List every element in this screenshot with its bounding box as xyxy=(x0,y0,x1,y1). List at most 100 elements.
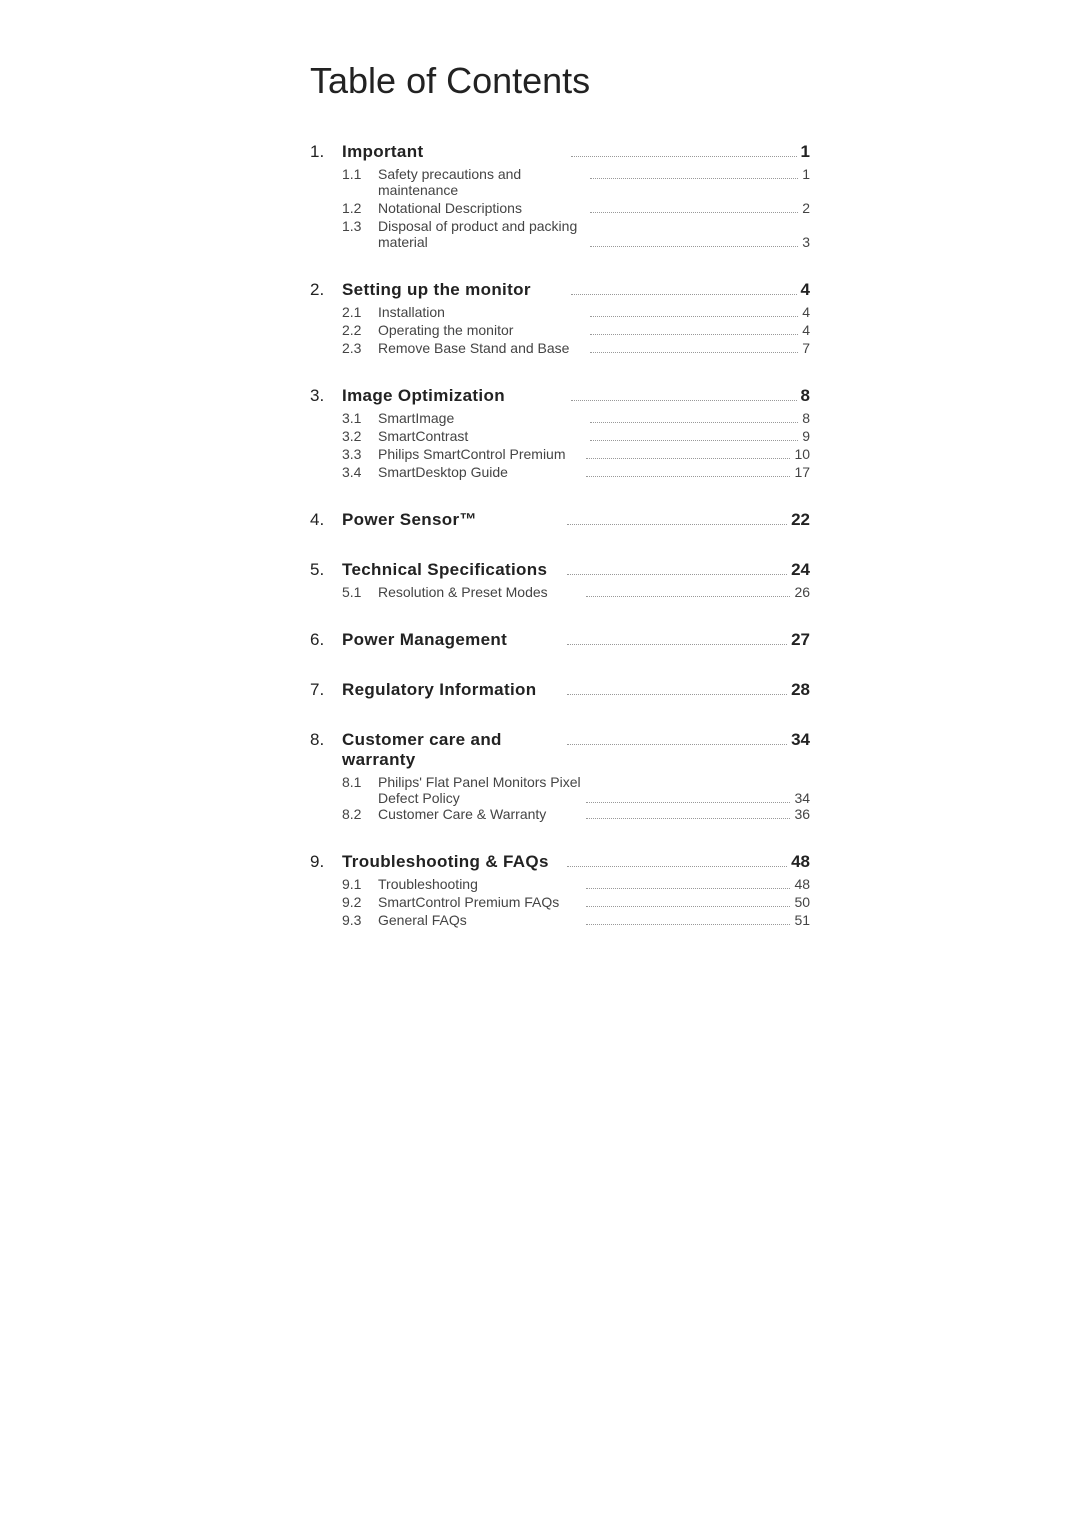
toc-sub-label-continuation: material xyxy=(378,234,586,250)
toc-sub-label: SmartContrast xyxy=(378,428,586,444)
toc-section-4: 4.Power Sensor™22 xyxy=(310,510,810,530)
toc-leader xyxy=(567,644,788,645)
toc-sub-entry-firstline: 8.1Philips' Flat Panel Monitors Pixel xyxy=(342,774,810,790)
toc-sub-entry: 1.2Notational Descriptions 2 xyxy=(342,200,810,216)
toc-sub-entry-firstline: 1.3Disposal of product and packing xyxy=(342,218,810,234)
toc-section-page: 24 xyxy=(791,560,810,580)
toc-section-number: 1. xyxy=(310,142,342,162)
toc-leader xyxy=(567,866,788,867)
toc-sub-label: Philips SmartControl Premium xyxy=(378,446,582,462)
toc-sub-label: Remove Base Stand and Base xyxy=(378,340,586,356)
toc-sub-entry-multiline: 8.1Philips' Flat Panel Monitors PixelDef… xyxy=(342,774,810,806)
toc-sub-page: 26 xyxy=(794,584,810,600)
toc-sub-label: Resolution & Preset Modes xyxy=(378,584,582,600)
toc-section-label: Regulatory Information xyxy=(342,680,563,700)
toc-leader xyxy=(590,246,798,247)
toc-section-label: Important xyxy=(342,142,567,162)
toc-section-label: Troubleshooting & FAQs xyxy=(342,852,563,872)
toc-sub-page: 34 xyxy=(794,790,810,806)
toc-sub-label: Installation xyxy=(378,304,586,320)
toc-sub-label: Notational Descriptions xyxy=(378,200,586,216)
toc-section-9: 9.Troubleshooting & FAQs48 9.1 Troubleshoo… xyxy=(310,852,810,928)
toc-leader xyxy=(590,212,798,213)
toc-section-label: Power Sensor™ xyxy=(342,510,563,530)
toc-sub-number: 8.2 xyxy=(342,806,378,822)
toc-sub-entry-secondline: Defect Policy 34 xyxy=(378,790,810,806)
toc-sub-label: SmartControl Premium FAQs xyxy=(378,894,582,910)
toc-section-label: Power Management xyxy=(342,630,563,650)
toc-main-entry-5: 5.Technical Specifications24 xyxy=(310,560,810,580)
toc-section-page: 4 xyxy=(801,280,810,300)
toc-section-label: Setting up the monitor xyxy=(342,280,567,300)
toc-sub-page: 50 xyxy=(794,894,810,910)
toc-sub-number: 3.2 xyxy=(342,428,378,444)
toc-sub-label: Safety precautions and maintenance xyxy=(378,166,586,198)
toc-sub-page: 36 xyxy=(794,806,810,822)
toc-main-entry-8: 8.Customer care and warranty 34 xyxy=(310,730,810,770)
toc-sub-number: 2.3 xyxy=(342,340,378,356)
toc-sub-page: 17 xyxy=(794,464,810,480)
toc-leader xyxy=(567,744,788,745)
toc-sub-number: 2.1 xyxy=(342,304,378,320)
toc-sub-label: General FAQs xyxy=(378,912,582,928)
toc-main-entry-4: 4.Power Sensor™22 xyxy=(310,510,810,530)
toc-leader xyxy=(590,440,798,441)
toc-section-label: Image Optimization xyxy=(342,386,567,406)
toc-main-entry-2: 2.Setting up the monitor 4 xyxy=(310,280,810,300)
toc-sub-number: 9.2 xyxy=(342,894,378,910)
toc-main-entry-1: 1.Important1 xyxy=(310,142,810,162)
toc-section-number: 2. xyxy=(310,280,342,300)
toc-sub-number: 1.1 xyxy=(342,166,378,182)
toc-sub-entries: 3.1SmartImage83.2SmartContrast93.3Philip… xyxy=(342,410,810,480)
toc-section-5: 5.Technical Specifications245.1Resolutio… xyxy=(310,560,810,600)
toc-sub-page: 4 xyxy=(802,304,810,320)
toc-sub-number: 1.2 xyxy=(342,200,378,216)
toc-leader xyxy=(567,524,788,525)
toc-leader xyxy=(586,906,790,907)
toc-section-number: 6. xyxy=(310,630,342,650)
toc-sub-page: 7 xyxy=(802,340,810,356)
toc-sub-entry: 3.3Philips SmartControl Premium10 xyxy=(342,446,810,462)
toc-sub-entry-secondline: material3 xyxy=(378,234,810,250)
toc-section-label: Technical Specifications xyxy=(342,560,563,580)
toc-main-entry-9: 9.Troubleshooting & FAQs48 xyxy=(310,852,810,872)
toc-section-number: 9. xyxy=(310,852,342,872)
toc-sub-entry-multiline: 1.3Disposal of product and packingmateri… xyxy=(342,218,810,250)
toc-sub-number: 3.3 xyxy=(342,446,378,462)
toc-sub-entries: 1.1Safety precautions and maintenance11.… xyxy=(342,166,810,250)
toc-sub-number: 9.3 xyxy=(342,912,378,928)
toc-sub-entry: 3.2SmartContrast 9 xyxy=(342,428,810,444)
toc-sub-page: 51 xyxy=(794,912,810,928)
toc-title: Table of Contents xyxy=(310,60,810,102)
toc-section-page: 27 xyxy=(791,630,810,650)
toc-sub-entry: 2.1Installation 4 xyxy=(342,304,810,320)
toc-leader xyxy=(590,334,798,335)
toc-content: 1.Important1 1.1Safety precautions and ma… xyxy=(310,142,810,928)
toc-sub-label: Disposal of product and packing xyxy=(378,218,810,234)
toc-leader xyxy=(586,888,790,889)
toc-sub-entry: 2.3Remove Base Stand and Base 7 xyxy=(342,340,810,356)
toc-sub-entries: 2.1Installation42.2Operating the monitor… xyxy=(342,304,810,356)
toc-sub-page: 2 xyxy=(802,200,810,216)
toc-sub-entries: 5.1Resolution & Preset Modes26 xyxy=(342,584,810,600)
toc-sub-entry: 9.2SmartControl Premium FAQs 50 xyxy=(342,894,810,910)
toc-leader xyxy=(590,422,798,423)
toc-sub-number: 2.2 xyxy=(342,322,378,338)
toc-section-page: 8 xyxy=(801,386,810,406)
toc-sub-number: 3.1 xyxy=(342,410,378,426)
toc-sub-entry: 1.1Safety precautions and maintenance1 xyxy=(342,166,810,198)
toc-section-page: 34 xyxy=(791,730,810,750)
toc-sub-entry: 9.3General FAQs 51 xyxy=(342,912,810,928)
toc-sub-number: 9.1 xyxy=(342,876,378,892)
toc-leader xyxy=(590,316,798,317)
toc-leader xyxy=(586,596,790,597)
toc-section-number: 8. xyxy=(310,730,342,750)
toc-sub-entry: 3.4SmartDesktop Guide17 xyxy=(342,464,810,480)
toc-sub-label-continuation: Defect Policy xyxy=(378,790,582,806)
toc-sub-entry: 8.2Customer Care & Warranty 36 xyxy=(342,806,810,822)
toc-section-label: Customer care and warranty xyxy=(342,730,563,770)
toc-leader xyxy=(586,458,790,459)
toc-sub-page: 9 xyxy=(802,428,810,444)
toc-section-7: 7.Regulatory Information28 xyxy=(310,680,810,700)
toc-sub-label: Customer Care & Warranty xyxy=(378,806,582,822)
